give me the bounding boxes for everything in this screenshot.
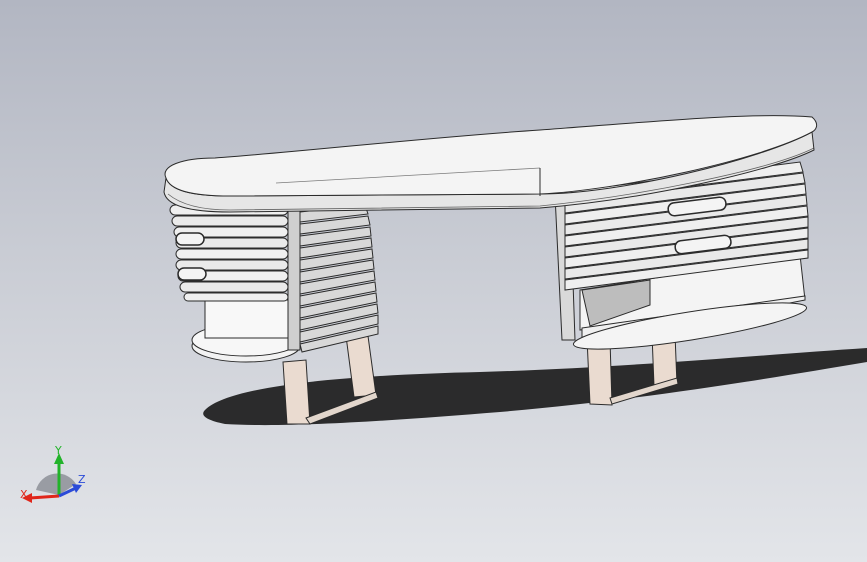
x-axis-arrow — [29, 494, 60, 500]
graphics-viewport[interactable]: X Y Z — [0, 0, 867, 562]
left-drawer-handle-top[interactable] — [175, 232, 205, 246]
left-pedestal-slats — [169, 204, 289, 302]
left-pedestal[interactable] — [169, 204, 379, 363]
left-back-slats — [299, 204, 379, 353]
z-axis-label: Z — [78, 473, 86, 486]
desk-3d-model[interactable] — [0, 0, 867, 562]
x-axis-label: X — [20, 488, 28, 501]
y-axis-label: Y — [54, 444, 62, 457]
view-orientation-triad: X Y Z — [20, 444, 86, 503]
left-drawer-handle-bottom[interactable] — [177, 267, 207, 281]
